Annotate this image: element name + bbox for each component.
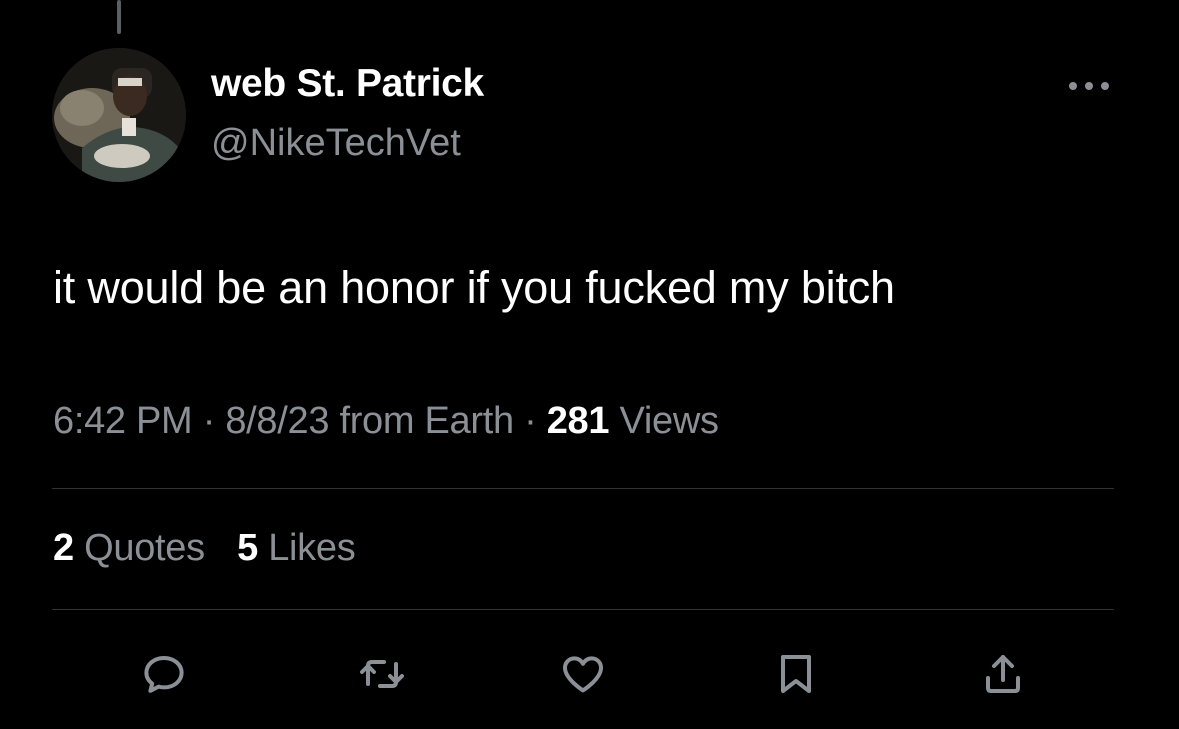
likes-stat[interactable]: 5 Likes bbox=[237, 527, 356, 569]
retweet-icon bbox=[360, 660, 404, 688]
quotes-count: 2 bbox=[53, 527, 74, 569]
avatar-image bbox=[52, 48, 186, 182]
share-button[interactable] bbox=[977, 648, 1029, 700]
more-options-button[interactable] bbox=[1064, 66, 1114, 106]
bookmark-button[interactable] bbox=[770, 648, 822, 700]
tweet-time[interactable]: 6:42 PM bbox=[53, 400, 193, 442]
tweet-metadata: 6:42 PM · 8/8/23 from Earth · 281 Views bbox=[53, 400, 719, 443]
more-dots-icon bbox=[1069, 82, 1109, 90]
likes-label: Likes bbox=[268, 527, 356, 569]
tweet-text: it would be an honor if you fucked my bi… bbox=[53, 262, 895, 313]
divider bbox=[52, 488, 1114, 489]
thread-connector-line bbox=[117, 0, 121, 34]
meta-separator: · bbox=[524, 400, 537, 442]
views-count[interactable]: 281 bbox=[547, 400, 610, 442]
likes-count: 5 bbox=[237, 527, 258, 569]
meta-separator: · bbox=[202, 400, 216, 442]
share-icon bbox=[986, 655, 1020, 693]
like-button[interactable] bbox=[557, 648, 609, 700]
engagement-stats: 2 Quotes 5 Likes bbox=[53, 527, 377, 570]
display-name[interactable]: web St. Patrick bbox=[211, 62, 484, 106]
avatar[interactable] bbox=[52, 48, 186, 182]
quotes-stat[interactable]: 2 Quotes bbox=[53, 527, 205, 569]
tweet-date[interactable]: 8/8/23 bbox=[225, 400, 329, 442]
bookmark-icon bbox=[781, 655, 811, 693]
divider bbox=[52, 609, 1114, 610]
reply-icon bbox=[144, 656, 184, 693]
heart-icon bbox=[563, 656, 603, 693]
quotes-label: Quotes bbox=[84, 527, 205, 569]
retweet-button[interactable] bbox=[356, 648, 408, 700]
reply-button[interactable] bbox=[138, 648, 190, 700]
tweet-source: from Earth bbox=[339, 400, 514, 442]
user-handle[interactable]: @NikeTechVet bbox=[211, 122, 461, 165]
views-label[interactable]: Views bbox=[620, 400, 719, 442]
